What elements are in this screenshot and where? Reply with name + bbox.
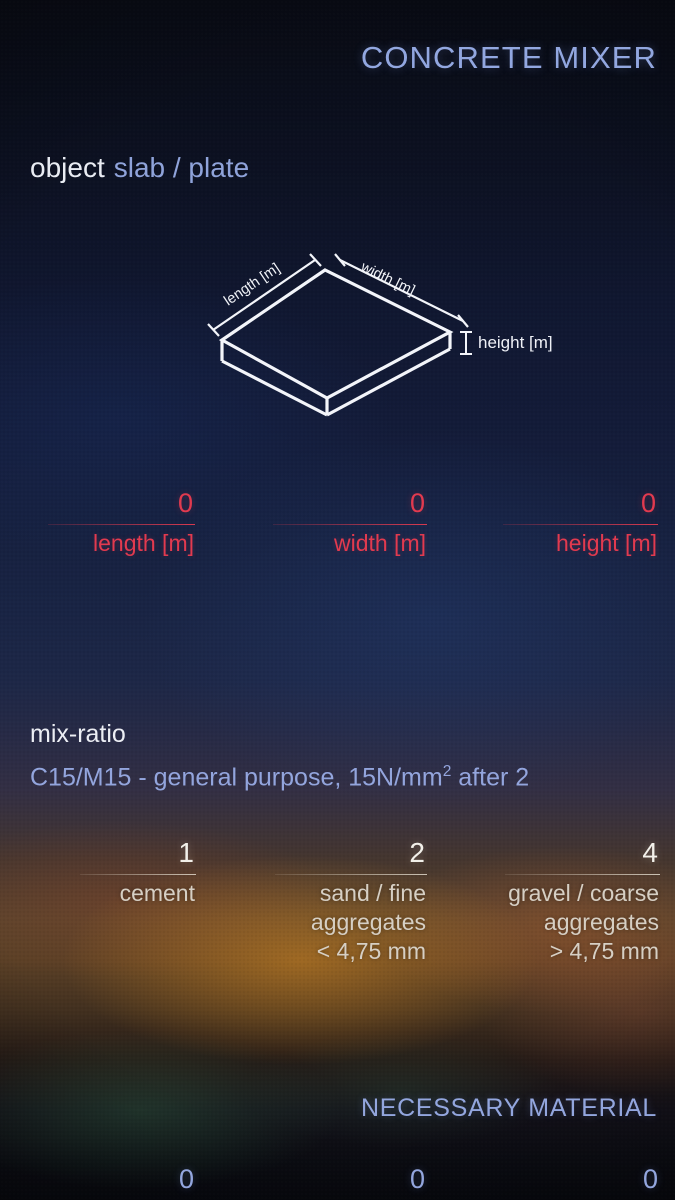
- mix-ratio-selected-option[interactable]: C15/M15 - general purpose, 15N/mm2 after…: [30, 763, 675, 792]
- mix-ratio-text-suffix: after 2: [451, 763, 529, 791]
- length-input-value[interactable]: 0: [48, 486, 195, 520]
- slab-plate-diagram: length [m] width [m]: [0, 248, 675, 418]
- object-value[interactable]: slab / plate: [114, 152, 249, 183]
- width-input-value[interactable]: 0: [273, 486, 427, 520]
- cement-caption-line1: cement: [80, 879, 195, 908]
- height-input-value[interactable]: 0: [503, 486, 658, 520]
- gravel-caption-line3: > 4,75 mm: [505, 937, 659, 966]
- length-input-field[interactable]: 0 length [m]: [48, 486, 195, 558]
- result-cement-value: 0: [80, 1162, 196, 1196]
- sand-caption-line2: aggregates: [275, 908, 426, 937]
- sand-ratio-value: 2: [275, 836, 427, 870]
- gravel-ratio-value: 4: [505, 836, 660, 870]
- height-input-field[interactable]: 0 height [m]: [503, 486, 658, 558]
- object-label: object: [30, 152, 105, 183]
- height-dimension-tick: [460, 332, 472, 354]
- ratio-column-gravel: 4 gravel / coarse aggregates > 4,75 mm: [505, 836, 660, 966]
- page-title: CONCRETE MIXER: [361, 40, 657, 76]
- width-dimension-label: width [m]: [357, 259, 417, 299]
- ratio-column-cement: 1 cement: [80, 836, 196, 908]
- height-dimension-label: height [m]: [478, 333, 553, 353]
- result-gravel-value: 0: [505, 1162, 660, 1196]
- sand-caption-line3: < 4,75 mm: [275, 937, 426, 966]
- length-input-caption: length [m]: [48, 525, 195, 558]
- width-input-field[interactable]: 0 width [m]: [273, 486, 427, 558]
- height-input-caption: height [m]: [503, 525, 658, 558]
- necessary-material-title: NECESSARY MATERIAL: [361, 1094, 657, 1123]
- slab-diagram-svg: length [m] width [m]: [0, 248, 675, 418]
- cement-ratio-value: 1: [80, 836, 196, 870]
- width-input-caption: width [m]: [273, 525, 427, 558]
- mix-ratio-text-prefix: C15/M15 - general purpose, 15N/mm: [30, 763, 443, 791]
- result-sand: 0: [275, 1162, 427, 1196]
- gravel-caption-line2: aggregates: [505, 908, 659, 937]
- sand-caption: sand / fine aggregates < 4,75 mm: [275, 875, 427, 966]
- ratio-column-sand: 2 sand / fine aggregates < 4,75 mm: [275, 836, 427, 966]
- app-screen: CONCRETE MIXER object slab / plate: [0, 0, 675, 1200]
- cement-caption: cement: [80, 875, 196, 908]
- mix-ratio-heading: mix-ratio: [30, 720, 126, 749]
- gravel-caption-line1: gravel / coarse: [505, 879, 659, 908]
- gravel-caption: gravel / coarse aggregates > 4,75 mm: [505, 875, 660, 966]
- result-sand-value: 0: [275, 1162, 427, 1196]
- result-cement: 0: [80, 1162, 196, 1196]
- result-gravel: 0: [505, 1162, 660, 1196]
- sand-caption-line1: sand / fine: [275, 879, 426, 908]
- object-selector[interactable]: object slab / plate: [30, 152, 249, 184]
